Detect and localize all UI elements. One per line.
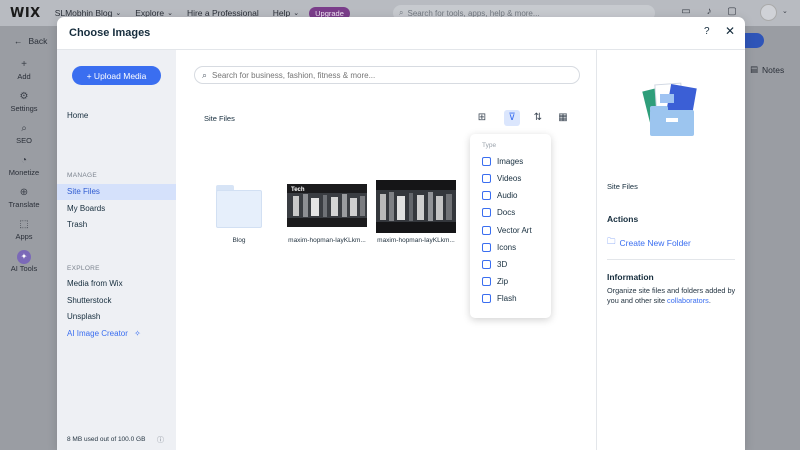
image-label: maxim-hopman-IayKLkm... bbox=[288, 237, 366, 244]
seo-icon: ⌕ bbox=[21, 123, 27, 134]
sidebar-item-my-boards[interactable]: My Boards bbox=[57, 201, 176, 217]
tool-add[interactable]: + Add bbox=[0, 58, 48, 81]
tool-ai[interactable]: ✦ AI Tools bbox=[0, 250, 48, 273]
help-icon[interactable]: ? bbox=[704, 26, 710, 37]
chevron-down-icon: ⌄ bbox=[293, 10, 300, 17]
publish-button-edge[interactable] bbox=[744, 33, 764, 48]
sort-icon[interactable]: ⇅ bbox=[530, 110, 546, 126]
information-heading: Information bbox=[607, 272, 654, 282]
folder-plus-icon: 🗀 bbox=[607, 236, 616, 246]
checkbox[interactable] bbox=[482, 157, 491, 166]
image-tile[interactable]: Tech bbox=[287, 184, 367, 227]
filter-option-images[interactable]: Images bbox=[482, 157, 523, 166]
dialog-title: Choose Images bbox=[69, 27, 151, 39]
filter-type-heading: Type bbox=[482, 142, 497, 149]
panel-title: Site Files bbox=[607, 182, 638, 191]
editor-side-tools: + Add ⚙ Settings ⌕ SEO ◔ Monetize ⊕ Translate… bbox=[0, 58, 48, 282]
avatar[interactable] bbox=[760, 4, 777, 21]
explore-heading: EXPLORE bbox=[67, 265, 100, 272]
create-new-folder-button[interactable]: 🗀 Create New Folder bbox=[607, 236, 691, 250]
notes-icon: ▤ bbox=[750, 64, 759, 74]
plus-icon: + bbox=[21, 59, 27, 70]
checkbox[interactable] bbox=[482, 226, 491, 235]
chevron-down-icon[interactable]: ⌄ bbox=[782, 7, 788, 15]
translate-icon: ⊕ bbox=[19, 187, 29, 198]
close-icon[interactable]: ✕ bbox=[725, 24, 735, 38]
sidebar-item-trash[interactable]: Trash bbox=[57, 217, 176, 233]
checkbox[interactable] bbox=[482, 191, 491, 200]
apps-icon: ⬚ bbox=[19, 219, 29, 230]
media-search[interactable]: ⌕ bbox=[194, 66, 580, 84]
arrow-left-icon: ← bbox=[14, 36, 23, 46]
media-sidebar: + Upload Media Home MANAGE Site Files My… bbox=[57, 50, 176, 450]
chevron-down-icon: ⌄ bbox=[115, 10, 122, 17]
choose-images-dialog: Choose Images ? ✕ + Upload Media Home MA… bbox=[57, 17, 745, 450]
tool-monetize[interactable]: ◔ Monetize bbox=[0, 154, 48, 177]
back-button[interactable]: ← Back bbox=[14, 36, 47, 46]
filter-option-audio[interactable]: Audio bbox=[482, 191, 517, 200]
collaborators-link[interactable]: collaborators bbox=[667, 296, 709, 305]
checkbox[interactable] bbox=[482, 243, 491, 252]
manage-heading: MANAGE bbox=[67, 172, 97, 179]
sidebar-item-shutterstock[interactable]: Shutterstock bbox=[57, 293, 176, 309]
ai-tools-icon: ✦ bbox=[17, 250, 31, 264]
checkbox[interactable] bbox=[482, 174, 491, 183]
image-tile[interactable] bbox=[376, 180, 456, 233]
storage-usage: 8 MB used out of 100.0 GB bbox=[67, 436, 146, 443]
tool-seo[interactable]: ⌕ SEO bbox=[0, 122, 48, 145]
filter-option-flash[interactable]: Flash bbox=[482, 294, 517, 303]
info-icon[interactable]: ⓘ bbox=[157, 435, 164, 445]
grid-view-icon[interactable]: ▦ bbox=[555, 110, 571, 126]
filter-option-icons[interactable]: Icons bbox=[482, 243, 516, 252]
filter-icon[interactable]: ⊽ bbox=[504, 110, 520, 126]
sidebar-item-home[interactable]: Home bbox=[67, 111, 88, 120]
media-search-input[interactable] bbox=[212, 70, 553, 80]
filter-option-videos[interactable]: Videos bbox=[482, 174, 521, 183]
sidebar-item-site-files[interactable]: Site Files bbox=[57, 184, 176, 200]
filter-option-3d[interactable]: 3D bbox=[482, 260, 507, 269]
tool-apps[interactable]: ⬚ Apps bbox=[0, 218, 48, 241]
actions-heading: Actions bbox=[607, 214, 639, 224]
media-browser: ⌕ Site Files ⊞ ⊽ ⇅ ▦ Blog bbox=[176, 50, 597, 450]
image-thumbnail bbox=[376, 180, 456, 233]
monetize-icon: ◔ bbox=[20, 155, 28, 166]
checkbox[interactable] bbox=[482, 277, 491, 286]
filter-option-zip[interactable]: Zip bbox=[482, 277, 508, 286]
sparkle-icon: ✧ bbox=[134, 329, 141, 338]
upload-media-button[interactable]: + Upload Media bbox=[72, 66, 161, 85]
site-files-illustration bbox=[642, 82, 697, 136]
details-panel: Site Files Actions 🗀 Create New Folder I… bbox=[597, 50, 745, 450]
chevron-down-icon: ⌄ bbox=[167, 10, 173, 17]
wix-logo[interactable]: WIX bbox=[10, 6, 41, 21]
image-label: maxim-hopman-IayKLkm... bbox=[377, 237, 455, 244]
tool-translate[interactable]: ⊕ Translate bbox=[0, 186, 48, 209]
checkbox[interactable] bbox=[482, 208, 491, 217]
new-folder-icon[interactable]: ⊞ bbox=[474, 110, 490, 126]
checkbox[interactable] bbox=[482, 294, 491, 303]
folder-label: Blog bbox=[232, 237, 246, 244]
sidebar-item-ai-image-creator[interactable]: AI Image Creator ✧ bbox=[57, 326, 176, 342]
sidebar-item-media-from-wix[interactable]: Media from Wix bbox=[57, 276, 176, 292]
filter-option-vector-art[interactable]: Vector Art bbox=[482, 226, 532, 235]
filter-option-docs[interactable]: Docs bbox=[482, 208, 515, 217]
notes-button[interactable]: ▤ Notes bbox=[750, 64, 784, 75]
sidebar-item-unsplash[interactable]: Unsplash bbox=[57, 309, 176, 325]
checkbox[interactable] bbox=[482, 260, 491, 269]
filter-dropdown: Type Images Videos Audio Docs Vector Art… bbox=[470, 134, 551, 318]
divider bbox=[607, 259, 735, 260]
search-icon: ⌕ bbox=[202, 69, 208, 80]
tool-settings[interactable]: ⚙ Settings bbox=[0, 90, 48, 113]
information-text: Organize site files and folders added by… bbox=[607, 286, 736, 305]
thumbnail-overlay-text: Tech bbox=[291, 187, 305, 193]
folder-tile[interactable] bbox=[216, 185, 262, 228]
settings-icon: ⚙ bbox=[19, 91, 29, 102]
dialog-header: Choose Images ? ✕ bbox=[57, 17, 745, 50]
breadcrumb: Site Files bbox=[204, 114, 235, 123]
